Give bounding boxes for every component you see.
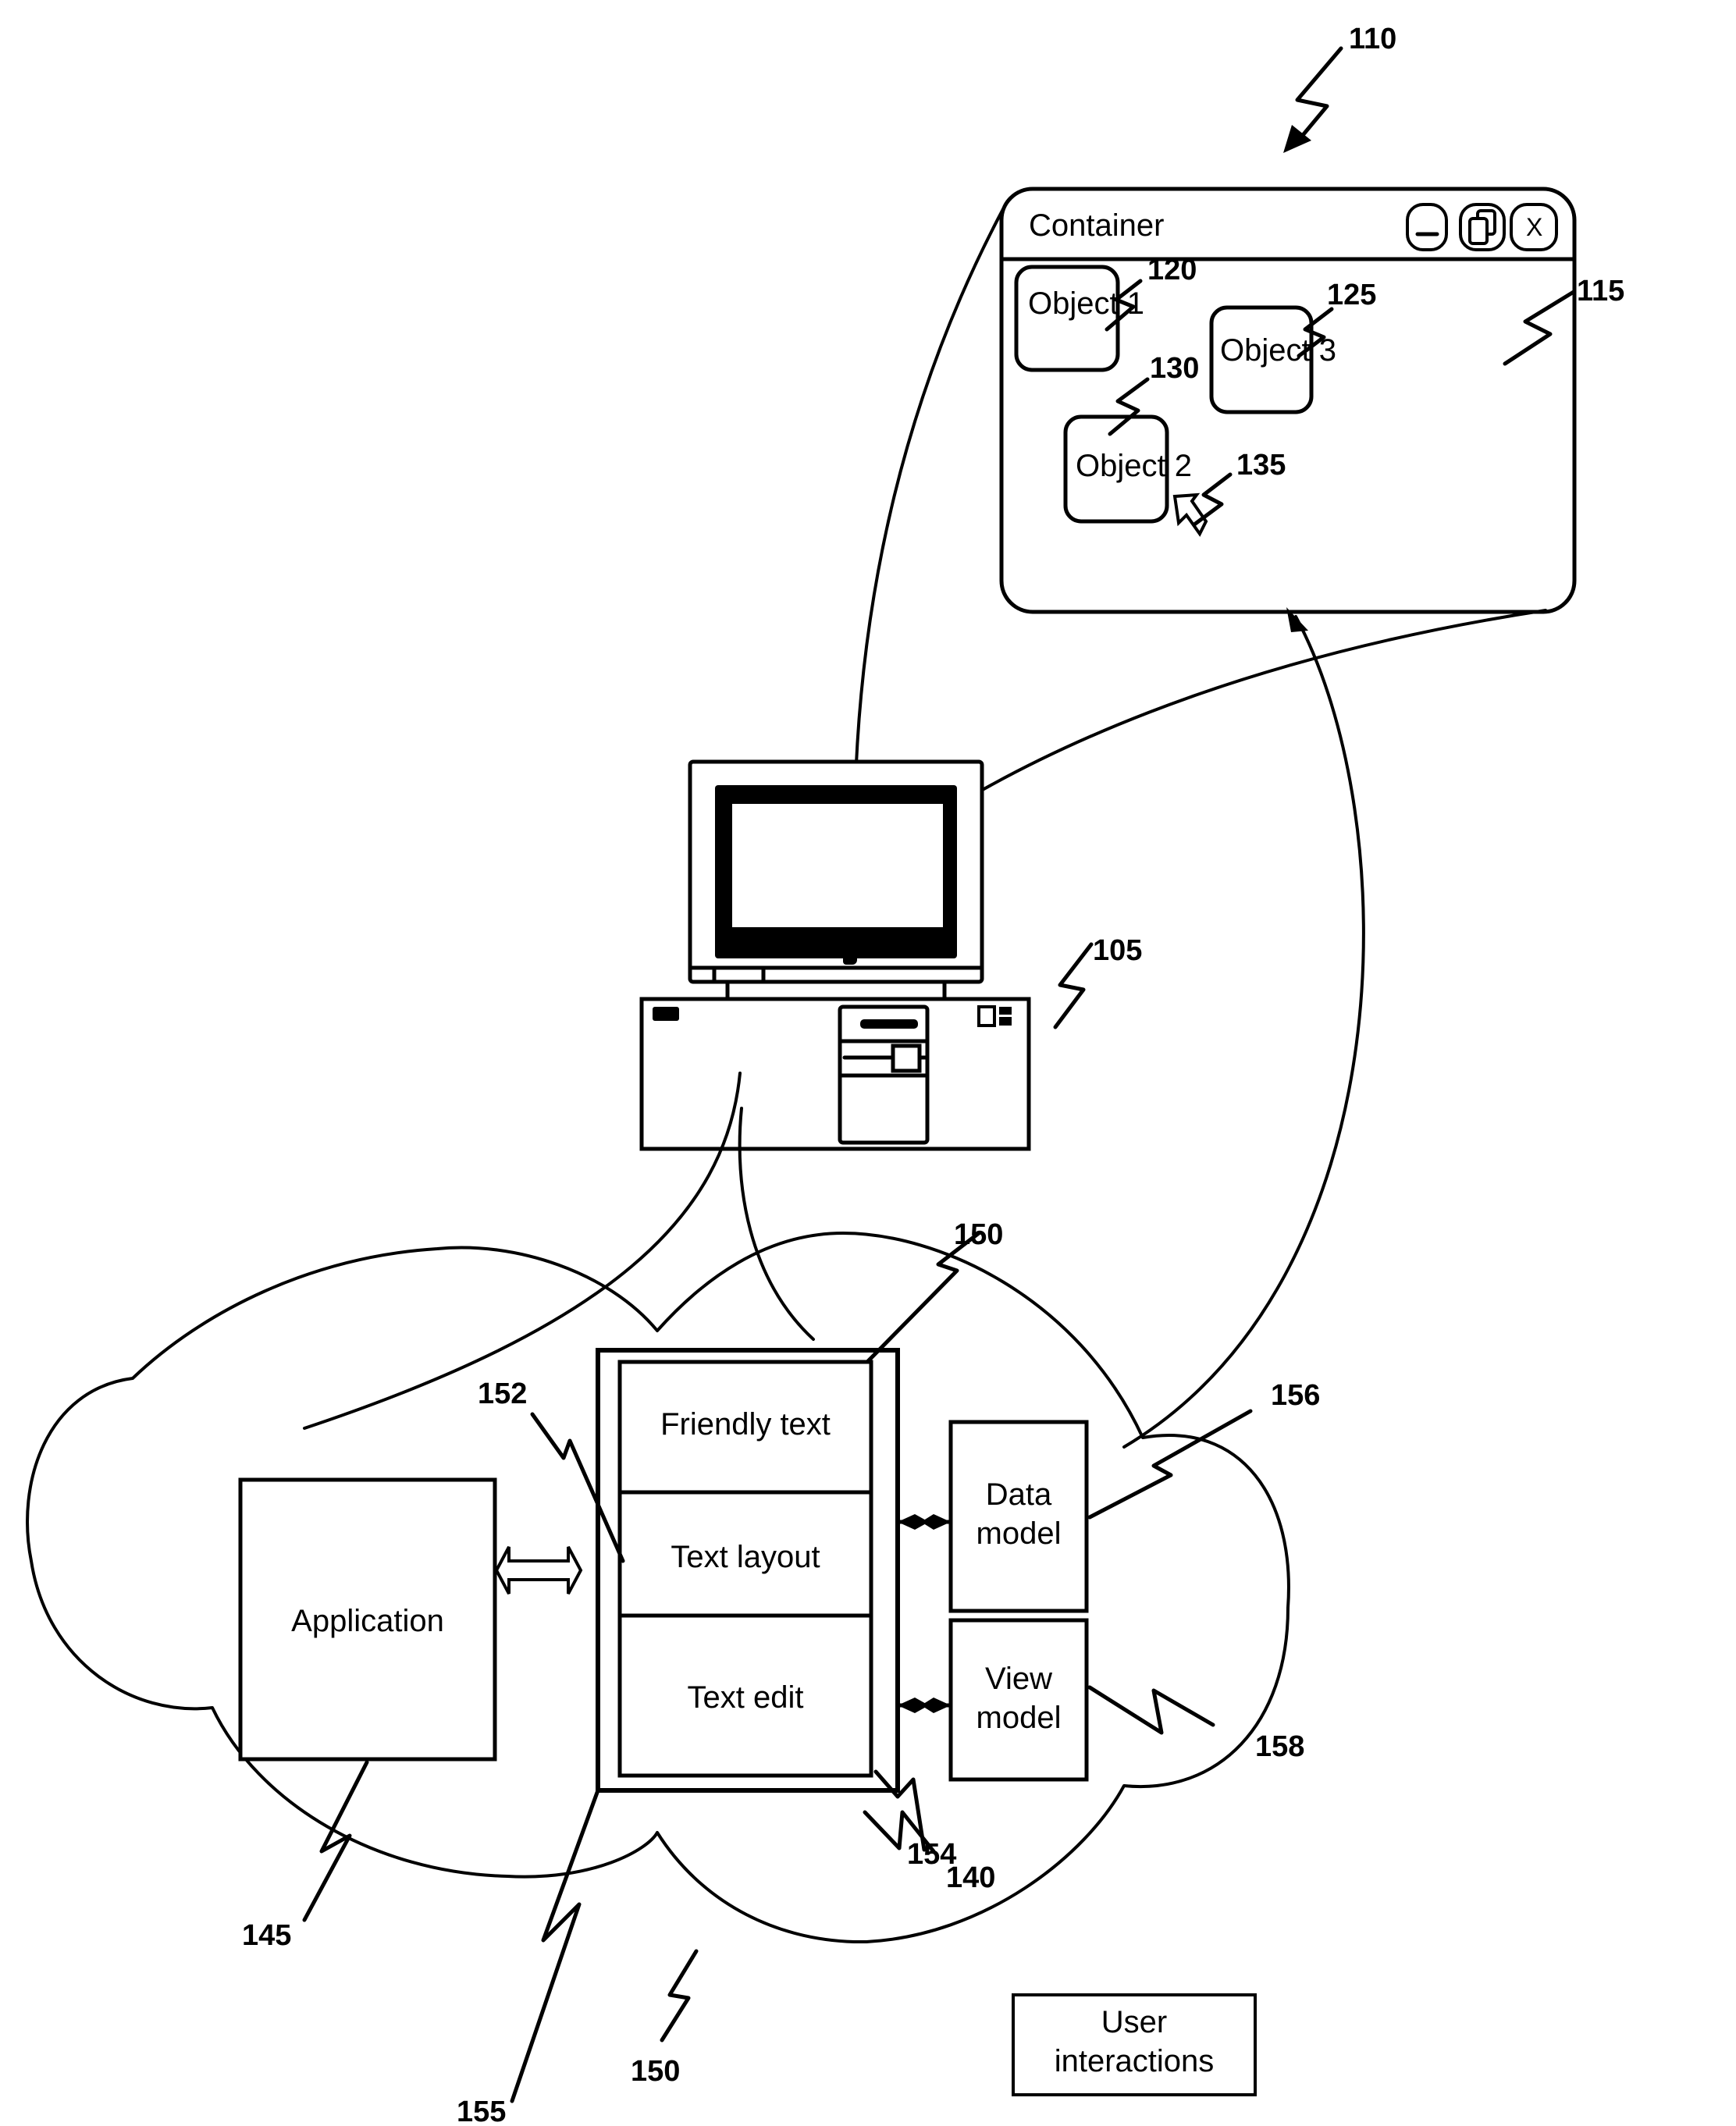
ref-label-156: 156 xyxy=(1271,1379,1320,1412)
ref-label-150-bottom: 150 xyxy=(631,2055,680,2088)
layer-label: Friendly text xyxy=(660,1407,831,1442)
ref-label-152: 152 xyxy=(478,1378,527,1410)
view-model-label-1: View xyxy=(985,1662,1052,1696)
ref-label-125: 125 xyxy=(1327,279,1376,311)
view-model-box[interactable]: View model xyxy=(948,1618,1089,1782)
layer-label: Text edit xyxy=(688,1680,804,1715)
layer-text-edit[interactable]: Text edit xyxy=(688,1680,804,1715)
layer-label: Text layout xyxy=(671,1540,820,1574)
text-stack: Friendly text Text layout Text edit xyxy=(596,1348,900,1793)
ref-label-105: 105 xyxy=(1093,934,1142,967)
ref-label-158: 158 xyxy=(1255,1730,1304,1763)
ref-155-callout: 155 xyxy=(457,1788,600,2126)
layer-text-layout[interactable]: Text layout xyxy=(671,1540,820,1574)
ref-154-callout: 154 xyxy=(873,1769,956,1871)
ref-label-110: 110 xyxy=(1349,23,1396,55)
data-model-box[interactable]: Data model xyxy=(948,1420,1089,1613)
container-window: Container X Object 1 Object 3 Object 2 xyxy=(999,187,1577,614)
ref-150-top-callout: 150 xyxy=(866,1218,1003,1363)
double-arrow-icon xyxy=(494,1546,583,1594)
minimize-button[interactable] xyxy=(1406,203,1448,251)
user-interactions-box[interactable]: User interactions xyxy=(1012,1993,1257,2096)
layer-friendly-text[interactable]: Friendly text xyxy=(660,1407,831,1442)
object-3-label: Object 3 xyxy=(1220,333,1336,368)
ref-150-bottom-callout: 150 xyxy=(631,1949,699,2088)
data-model-label-2: model xyxy=(976,1516,1062,1551)
application-label: Application xyxy=(291,1604,444,1638)
ref-label-130: 130 xyxy=(1150,352,1199,385)
ref-158-callout: 158 xyxy=(1087,1685,1304,1763)
patent-figure: 110 Container X Object 1 Object 3 Object… xyxy=(26,23,1624,2126)
ref-label-150: 150 xyxy=(954,1218,1003,1251)
disk-slot-icon xyxy=(860,1019,918,1029)
ref-110-callout: 110 xyxy=(1283,23,1396,153)
computer xyxy=(639,759,1031,1151)
link-line-container xyxy=(1122,615,1365,1449)
view-model-label-2: model xyxy=(976,1701,1062,1735)
ref-label-135: 135 xyxy=(1236,449,1286,482)
application-box[interactable]: Application xyxy=(238,1477,497,1762)
user-interactions-label-1: User xyxy=(1101,2005,1167,2039)
data-model-label-1: Data xyxy=(986,1477,1052,1512)
ref-145-callout: 145 xyxy=(242,1760,369,1952)
ref-label-155: 155 xyxy=(457,2096,506,2126)
ref-label-140: 140 xyxy=(946,1861,995,1894)
ref-105-callout: 105 xyxy=(1053,934,1142,1029)
restore-button[interactable] xyxy=(1459,203,1506,251)
drive-light-icon xyxy=(653,1007,679,1021)
container-title: Container xyxy=(1029,208,1164,243)
close-button[interactable]: X xyxy=(1510,203,1558,251)
close-icon: X xyxy=(1526,213,1542,241)
ref-label-120: 120 xyxy=(1147,254,1197,286)
ref-label-145: 145 xyxy=(242,1919,291,1952)
user-interactions-label-2: interactions xyxy=(1055,2044,1215,2078)
ref-label-115: 115 xyxy=(1577,275,1624,308)
object-2-label: Object 2 xyxy=(1076,449,1192,483)
